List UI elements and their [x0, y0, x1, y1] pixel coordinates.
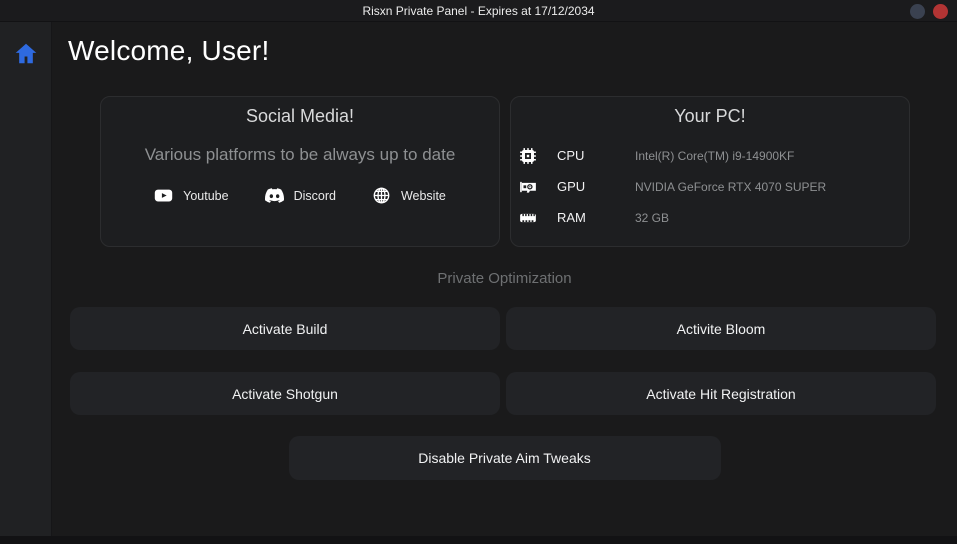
sidebar	[0, 22, 52, 536]
cpu-row: CPU Intel(R) Core(TM) i9-14900KF	[519, 140, 909, 171]
activate-shotgun-button[interactable]: Activate Shotgun	[70, 372, 500, 415]
activate-hit-registration-button[interactable]: Activate Hit Registration	[506, 372, 936, 415]
page-title: Welcome, User!	[68, 35, 270, 66]
social-links: Youtube Discord Website	[101, 186, 499, 205]
cpu-value: Intel(R) Core(TM) i9-14900KF	[635, 148, 795, 163]
social-card-title: Social Media!	[245, 106, 355, 126]
youtube-icon	[154, 186, 173, 205]
activate-bloom-button[interactable]: Activite Bloom	[506, 307, 936, 350]
home-icon	[13, 43, 39, 70]
discord-icon	[264, 186, 284, 205]
globe-icon	[372, 186, 391, 205]
pc-card-title: Your PC!	[674, 106, 746, 126]
cpu-icon	[519, 147, 539, 165]
window-controls	[910, 0, 948, 22]
social-media-card: Social Media! Various platforms to be al…	[100, 96, 500, 247]
cpu-label: CPU	[557, 148, 585, 163]
youtube-link[interactable]: Youtube	[154, 186, 229, 205]
section-label-private-optimization: Private Optimization	[437, 270, 572, 287]
main-panel: Welcome, User! Social Media! Various pla…	[52, 22, 957, 536]
gpu-row: GPU NVIDIA GeForce RTX 4070 SUPER	[519, 171, 909, 202]
activate-build-button[interactable]: Activate Build	[70, 307, 500, 350]
titlebar: Risxn Private Panel - Expires at 17/12/2…	[0, 0, 957, 22]
gpu-value: NVIDIA GeForce RTX 4070 SUPER	[635, 179, 827, 194]
sidebar-home-button[interactable]	[13, 41, 39, 67]
window-bottom-edge	[0, 536, 957, 544]
discord-link[interactable]: Discord	[264, 186, 336, 205]
pc-spec-rows: CPU Intel(R) Core(TM) i9-14900KF GPU NVI…	[511, 140, 909, 233]
minimize-icon[interactable]	[910, 3, 925, 19]
optimization-buttons: Activate Build Activite Bloom Activate S…	[70, 307, 936, 415]
website-link[interactable]: Website	[372, 186, 446, 205]
gpu-icon	[519, 178, 539, 196]
gpu-label: GPU	[557, 179, 586, 194]
ram-value: 32 GB	[635, 210, 670, 225]
social-card-subtitle: Various platforms to be always up to dat…	[144, 145, 456, 164]
website-label: Website	[400, 188, 446, 203]
close-icon[interactable]	[933, 3, 948, 19]
disable-private-aim-tweaks-button[interactable]: Disable Private Aim Tweaks	[288, 436, 721, 480]
ram-row: RAM 32 GB	[519, 202, 909, 233]
window-body: Welcome, User! Social Media! Various pla…	[0, 22, 957, 536]
your-pc-card: Your PC! CPU Intel(R) Core(TM) i9-14900K…	[510, 96, 910, 247]
ram-label: RAM	[557, 210, 586, 225]
youtube-label: Youtube	[183, 188, 229, 203]
window-title: Risxn Private Panel - Expires at 17/12/2…	[362, 3, 595, 18]
ram-icon	[519, 209, 539, 227]
info-cards: Social Media! Various platforms to be al…	[100, 96, 910, 247]
discord-label: Discord	[293, 188, 336, 203]
